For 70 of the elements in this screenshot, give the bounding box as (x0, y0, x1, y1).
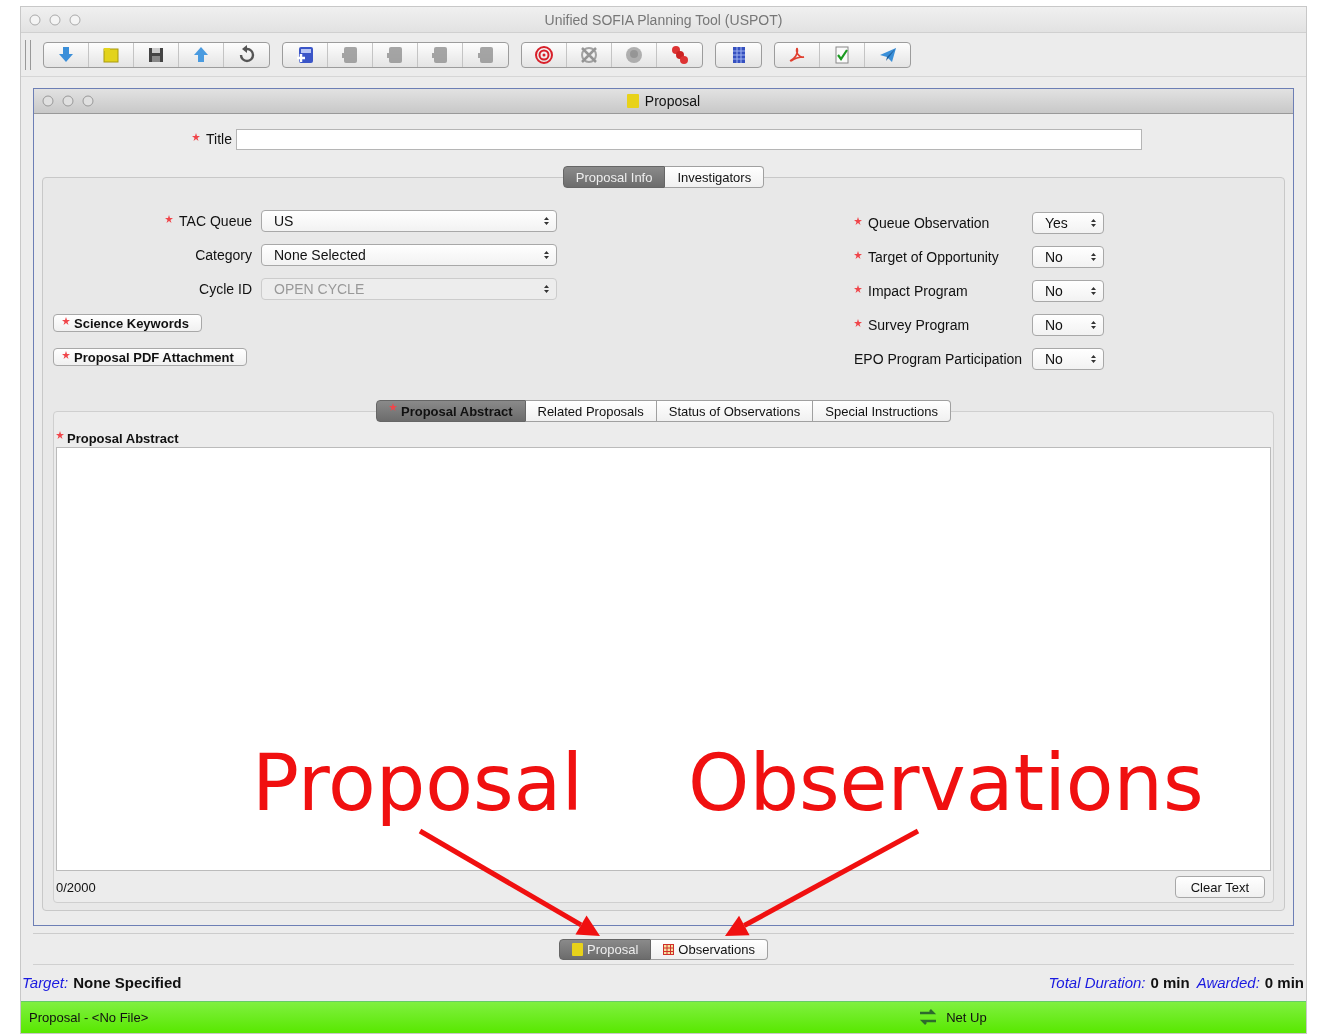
toolbar-grip (25, 39, 31, 70)
status-label: Total Duration: (1048, 973, 1146, 991)
action-button[interactable]: Science Keywords (53, 314, 202, 333)
chevron-icon (1090, 354, 1097, 365)
tab[interactable]: Status of Observations (656, 400, 814, 423)
field-label: Category (195, 247, 252, 264)
document-icon (430, 44, 450, 65)
tab[interactable]: Observations (651, 938, 768, 960)
checked-document-icon (832, 44, 852, 65)
window-control-icon (29, 13, 41, 26)
status-value: None Specified (73, 973, 182, 991)
document-icon (572, 942, 584, 956)
document-icon (475, 44, 496, 65)
tab[interactable]: Investigators (665, 166, 765, 189)
field-label: TAC Queue (179, 213, 252, 230)
grid-icon (663, 943, 675, 955)
circle-icon (624, 44, 644, 65)
status-value: 0 min (1150, 973, 1190, 991)
status-label: Target: (22, 973, 69, 991)
dropdown[interactable]: No (1032, 314, 1104, 337)
field-label: Proposal Abstract (67, 430, 179, 446)
document-plus-icon (295, 44, 315, 65)
dropdown[interactable]: No (1032, 280, 1104, 303)
chevron-icon (543, 216, 550, 227)
field-label: Cycle ID (199, 281, 252, 298)
status-value: 0 min (1264, 973, 1304, 991)
field-label: Queue Observation (868, 215, 990, 232)
field-label: Target of Opportunity (868, 249, 999, 266)
field-label: Title (206, 131, 232, 148)
chevron-icon (1090, 320, 1097, 331)
chevron-icon (1090, 286, 1097, 297)
chevron-icon (543, 250, 550, 261)
tab[interactable]: Proposal Abstract (376, 400, 526, 423)
dropdown[interactable]: None Selected (261, 244, 557, 267)
tab[interactable]: Special Instructions (813, 400, 951, 423)
file-status: Proposal - <No File> (29, 1009, 149, 1025)
tab[interactable]: Proposal (559, 938, 652, 960)
target-icon (534, 44, 554, 65)
chevron-icon (543, 284, 550, 295)
dropdown[interactable]: US (261, 210, 557, 233)
title-input[interactable] (236, 128, 1142, 150)
window-control-icon (82, 95, 94, 108)
clear-text-button[interactable]: Clear Text (1174, 876, 1265, 899)
window-title: Unified SOFIA Planning Tool (USPOT) (544, 11, 783, 28)
dropdown[interactable]: No (1032, 246, 1104, 269)
document-icon (626, 94, 639, 109)
window-control-icon (42, 95, 54, 108)
circles-icon (669, 44, 690, 65)
crossed-target-icon (579, 44, 599, 65)
dropdown[interactable]: No (1032, 348, 1104, 371)
window-control-icon (49, 13, 61, 26)
character-counter: 0/2000 (56, 879, 96, 895)
action-button[interactable]: Proposal PDF Attachment (53, 348, 247, 367)
field-label: Survey Program (868, 317, 970, 334)
window-control-icon (69, 13, 81, 26)
chevron-icon (1090, 252, 1097, 263)
tab[interactable]: Related Proposals (525, 400, 657, 423)
field-label: EPO Program Participation (854, 351, 1023, 368)
tab[interactable]: Proposal Info (562, 166, 666, 189)
chevron-icon (1090, 218, 1097, 229)
document-icon (340, 44, 360, 65)
dropdown[interactable]: Yes (1032, 212, 1104, 235)
status-label: Awarded: (1196, 973, 1260, 991)
network-status: Net Up (946, 1009, 987, 1025)
annotation-text: Observations (688, 744, 1204, 822)
window-title: Proposal (644, 93, 701, 110)
field-label: Impact Program (868, 283, 968, 300)
transfer-arrows-icon (918, 1009, 939, 1026)
window-control-icon (62, 95, 74, 108)
document-icon (385, 44, 405, 65)
